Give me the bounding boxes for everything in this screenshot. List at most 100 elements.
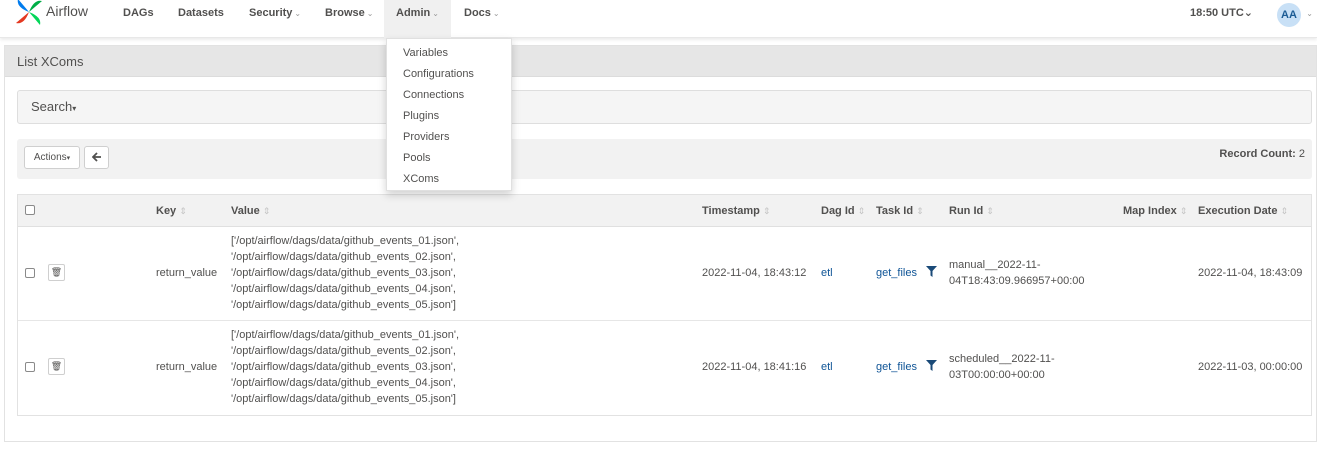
nav-docs[interactable]: Docs ⌄ (464, 0, 500, 28)
arrow-left-icon (91, 152, 101, 162)
brand-logo[interactable]: Airflow (14, 0, 88, 28)
delete-button[interactable]: 🗑 (48, 358, 65, 375)
column-value-label: Value (231, 205, 260, 217)
airflow-pinwheel-icon (16, 0, 42, 25)
task-id-link[interactable]: get_files (876, 361, 917, 373)
column-execution-date-label: Execution Date (1198, 205, 1278, 217)
table-row: 🗑 return_value ['/opt/airflow/dags/data/… (18, 227, 1311, 321)
column-key-label: Key (156, 205, 177, 217)
value-line: '/opt/airflow/dags/data/github_events_03… (231, 267, 456, 279)
column-timestamp-label: Timestamp (702, 205, 760, 217)
value-line: '/opt/airflow/dags/data/github_events_05… (231, 393, 456, 405)
column-header-dag-id[interactable]: Dag Id ⇕ (821, 195, 865, 227)
utc-clock-label: 18:50 UTC (1189, 7, 1244, 19)
filter-icon[interactable] (926, 266, 938, 277)
value-line: '/opt/airflow/dags/data/github_events_02… (231, 345, 456, 357)
actions-dropdown-button[interactable]: Actions▾ (24, 146, 80, 169)
row-checkbox[interactable] (25, 268, 35, 278)
search-label: Search (31, 99, 73, 114)
cell-timestamp: 2022-11-04, 18:43:12 (702, 267, 807, 279)
chevron-down-icon: ⌄ (492, 9, 500, 18)
value-line: ['/opt/airflow/dags/data/github_events_0… (231, 235, 460, 247)
nav-security-label: Security (249, 7, 293, 19)
menu-item-xcoms[interactable]: XComs (387, 169, 511, 190)
caret-down-icon: ▾ (66, 155, 71, 162)
actions-label: Actions (33, 152, 67, 163)
cell-timestamp: 2022-11-04, 18:41:16 (702, 361, 807, 373)
menu-item-variables[interactable]: Variables (387, 43, 511, 64)
nav-datasets[interactable]: Datasets (178, 0, 224, 28)
menu-item-connections[interactable]: Connections (387, 85, 511, 106)
select-all-checkbox[interactable] (25, 205, 35, 215)
trash-icon: 🗑 (50, 361, 63, 371)
menu-item-plugins[interactable]: Plugins (387, 106, 511, 127)
nav-datasets-label: Datasets (178, 7, 224, 19)
nav-browse-label: Browse (325, 7, 365, 19)
nav-security[interactable]: Security ⌄ (249, 0, 301, 28)
cell-execution-date: 2022-11-04, 18:43:09 (1198, 267, 1303, 279)
nav-admin[interactable]: Admin ⌄ (384, 0, 451, 38)
cell-value: ['/opt/airflow/dags/data/github_events_0… (231, 327, 459, 407)
column-header-value[interactable]: Value ⇕ (231, 195, 270, 227)
column-header-task-id[interactable]: Task Id ⇕ (876, 195, 924, 227)
filter-icon[interactable] (926, 360, 938, 371)
table-row: 🗑 return_value ['/opt/airflow/dags/data/… (18, 321, 1311, 415)
sort-icon: ⇕ (1179, 206, 1188, 216)
column-header-execution-date[interactable]: Execution Date ⇕ (1198, 195, 1288, 227)
value-line: '/opt/airflow/dags/data/github_events_05… (231, 299, 456, 311)
menu-item-providers[interactable]: Providers (387, 127, 511, 148)
run-id-line: 03T00:00:00+00:00 (949, 369, 1045, 381)
list-panel: List XComs Search▾ Actions▾ Record Count… (4, 45, 1317, 442)
menu-item-configurations[interactable]: Configurations (387, 64, 511, 85)
back-button[interactable] (84, 146, 109, 169)
sort-icon: ⇕ (857, 206, 866, 216)
run-id-line: 04T18:43:09.966957+00:00 (949, 275, 1085, 287)
delete-button[interactable]: 🗑 (48, 264, 65, 281)
value-line: ['/opt/airflow/dags/data/github_events_0… (231, 329, 460, 341)
column-run-id-label: Run Id (949, 205, 984, 217)
menu-item-pools[interactable]: Pools (387, 148, 511, 169)
action-bar: Actions▾ Record Count: 2 (17, 139, 1312, 179)
cell-task-id: get_files (876, 265, 938, 281)
nav-admin-label: Admin (396, 7, 431, 19)
chevron-down-icon[interactable]: ⌄ (1306, 0, 1313, 27)
chevron-down-icon: ⌄ (366, 9, 374, 18)
record-count: Record Count: 2 (1219, 148, 1305, 160)
chevron-down-icon: ⌄ (1243, 7, 1253, 19)
page-title: List XComs (5, 46, 1316, 77)
caret-down-icon: ▾ (72, 104, 77, 113)
search-toggle[interactable]: Search▾ (17, 90, 1312, 124)
xcom-table: Key ⇕ Value ⇕ Timestamp ⇕ Dag Id ⇕ Task Id ⇕ … (17, 194, 1312, 416)
row-checkbox[interactable] (25, 362, 35, 372)
cell-dag-id-link[interactable]: etl (821, 265, 833, 281)
sort-icon: ⇕ (262, 206, 271, 216)
sort-icon: ⇕ (1280, 206, 1289, 216)
cell-execution-date: 2022-11-03, 00:00:00 (1198, 361, 1303, 373)
avatar[interactable]: AA (1277, 3, 1301, 27)
sort-icon: ⇕ (762, 206, 771, 216)
value-line: '/opt/airflow/dags/data/github_events_04… (231, 283, 456, 295)
brand-name: Airflow (46, 3, 89, 19)
column-header-key[interactable]: Key ⇕ (156, 195, 187, 227)
sort-icon: ⇕ (986, 206, 994, 216)
run-id-line: scheduled__2022-11- (949, 353, 1055, 365)
chevron-down-icon: ⌄ (432, 9, 439, 18)
cell-key: return_value (156, 267, 218, 279)
cell-key: return_value (156, 361, 218, 373)
table-header: Key ⇕ Value ⇕ Timestamp ⇕ Dag Id ⇕ Task Id ⇕ … (18, 195, 1311, 227)
trash-icon: 🗑 (50, 267, 63, 277)
top-navbar: Airflow DAGs Datasets Security ⌄ Browse ⌄ … (0, 0, 1317, 38)
nav-dags[interactable]: DAGs (123, 0, 154, 28)
column-task-id-label: Task Id (876, 205, 914, 217)
cell-task-id: get_files (876, 359, 938, 375)
cell-dag-id-link[interactable]: etl (821, 359, 833, 375)
task-id-link[interactable]: get_files (876, 267, 917, 279)
value-line: '/opt/airflow/dags/data/github_events_02… (231, 251, 456, 263)
nav-browse[interactable]: Browse ⌄ (325, 0, 373, 28)
cell-run-id: manual__2022-11- 04T18:43:09.966957+00:0… (949, 257, 1085, 289)
column-header-map-index[interactable]: Map Index ⇕ (1123, 195, 1187, 227)
utc-clock[interactable]: 18:50 UTC⌄ (1190, 0, 1253, 27)
column-header-run-id[interactable]: Run Id ⇕ (949, 195, 994, 227)
column-header-timestamp[interactable]: Timestamp ⇕ (702, 195, 770, 227)
column-dag-id-label: Dag Id (821, 205, 855, 217)
